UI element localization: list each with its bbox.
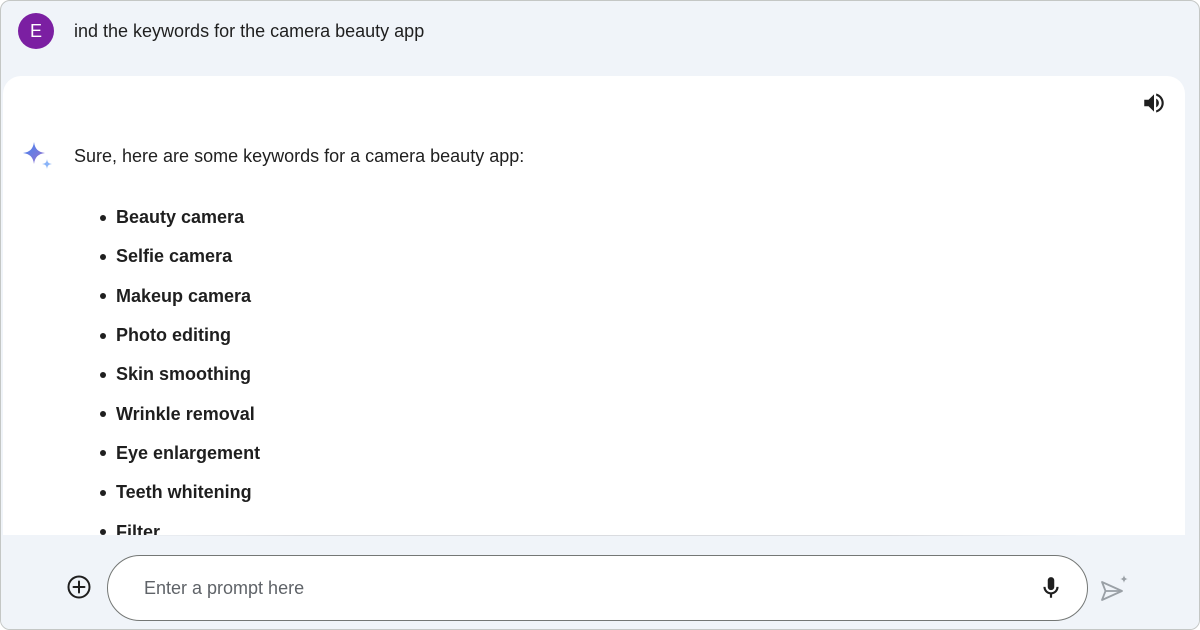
response-intro: Sure, here are some keywords for a camer… [74,146,525,166]
volume-icon[interactable] [1141,90,1167,116]
send-icon[interactable] [1099,573,1131,603]
list-item: Wrinkle removal [99,394,260,433]
add-circle-icon[interactable] [66,574,92,600]
list-item: Skin smoothing [99,355,260,394]
prompt-bar [1,535,1199,629]
user-prompt-text: ind the keywords for the camera beauty a… [74,20,425,41]
prompt-input[interactable] [144,573,1004,603]
prompt-field[interactable] [107,555,1088,621]
list-item: Photo editing [99,316,260,355]
gemini-sparkle-icon [23,142,52,169]
chat-window: E ind the keywords for the camera beauty… [0,0,1200,630]
mic-icon[interactable] [1038,575,1064,601]
response-card: Sure, here are some keywords for a camer… [3,76,1185,546]
avatar[interactable]: E [18,13,54,49]
keyword-list: Beauty camera Selfie camera Makeup camer… [99,198,260,552]
list-item: Teeth whitening [99,473,260,512]
user-message: E ind the keywords for the camera beauty… [18,13,424,49]
list-item: Beauty camera [99,198,260,237]
avatar-letter: E [29,20,42,41]
list-item: Makeup camera [99,277,260,316]
list-item: Eye enlargement [99,434,260,473]
list-item: Selfie camera [99,237,260,276]
